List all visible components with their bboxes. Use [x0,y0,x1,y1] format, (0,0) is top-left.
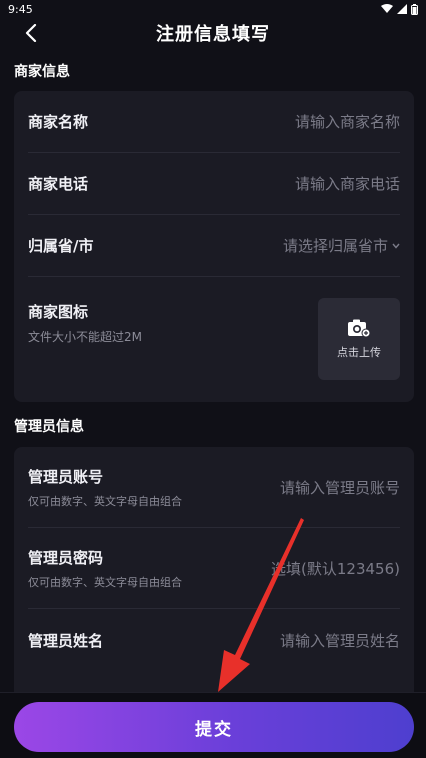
admin-password-hint: 仅可由数字、英文字母自由组合 [28,575,182,589]
region-label: 归属省/市 [28,237,94,255]
merchant-phone-label: 商家电话 [28,175,89,193]
admin-account-text: 管理员账号 仅可由数字、英文字母自由组合 [28,466,182,509]
merchant-logo-hint: 文件大小不能超过2M [28,330,142,344]
battery-icon [411,3,418,15]
status-bar: 9:45 [0,0,426,18]
upload-label: 点击上传 [337,346,381,359]
region-placeholder: 请选择归属省市 [282,237,388,255]
merchant-name-label: 商家名称 [28,113,89,131]
merchant-logo-label: 商家图标 [28,303,89,321]
admin-password-label: 管理员密码 [28,548,104,567]
back-button[interactable] [16,20,46,46]
merchant-name-row[interactable]: 商家名称 请输入商家名称 [28,91,400,152]
submit-label: 提交 [195,719,233,740]
divider [28,276,400,277]
region-row[interactable]: 归属省/市 请选择归属省市 [28,215,400,276]
admin-account-label: 管理员账号 [28,467,104,486]
merchant-phone-row[interactable]: 商家电话 请输入商家电话 [28,153,400,214]
logo-upload-button[interactable]: 点击上传 [318,298,400,380]
status-time: 9:45 [8,2,33,16]
admin-name-label: 管理员姓名 [28,631,104,650]
admin-account-hint: 仅可由数字、英文字母自由组合 [28,494,182,508]
merchant-phone-input[interactable]: 请输入商家电话 [295,173,400,194]
page-title: 注册信息填写 [156,24,270,45]
status-icons [381,3,418,15]
admin-password-row[interactable]: 管理员密码 仅可由数字、英文字母自由组合 选填(默认123456) [28,528,400,608]
chevron-down-icon [392,243,400,249]
admin-info-card: 管理员账号 仅可由数字、英文字母自由组合 请输入管理员账号 管理员密码 仅可由数… [14,447,414,692]
admin-name-input[interactable]: 请输入管理员姓名 [280,630,400,651]
admin-account-input[interactable]: 请输入管理员账号 [280,477,400,498]
admin-account-row[interactable]: 管理员账号 仅可由数字、英文字母自由组合 请输入管理员账号 [28,447,400,527]
wifi-icon [381,4,393,13]
merchant-name-input[interactable]: 请输入商家名称 [295,111,400,132]
region-select[interactable]: 请选择归属省市 [283,235,400,256]
admin-password-input[interactable]: 选填(默认123456) [271,558,400,579]
merchant-info-card: 商家名称 请输入商家名称 商家电话 请输入商家电话 归属省/市 请选择归属省市 … [14,91,414,402]
admin-password-text: 管理员密码 仅可由数字、英文字母自由组合 [28,547,182,590]
signal-icon [397,4,407,14]
admin-section-title: 管理员信息 [14,419,84,435]
submit-button[interactable]: 提交 [14,702,414,752]
chevron-left-icon [25,24,37,42]
nav-bar: 注册信息填写 [0,18,426,48]
merchant-section-title: 商家信息 [14,64,70,80]
admin-name-row[interactable]: 管理员姓名 请输入管理员姓名 [28,609,400,671]
merchant-logo-text: 商家图标 文件大小不能超过2M [28,301,142,345]
camera-add-icon [348,319,371,338]
